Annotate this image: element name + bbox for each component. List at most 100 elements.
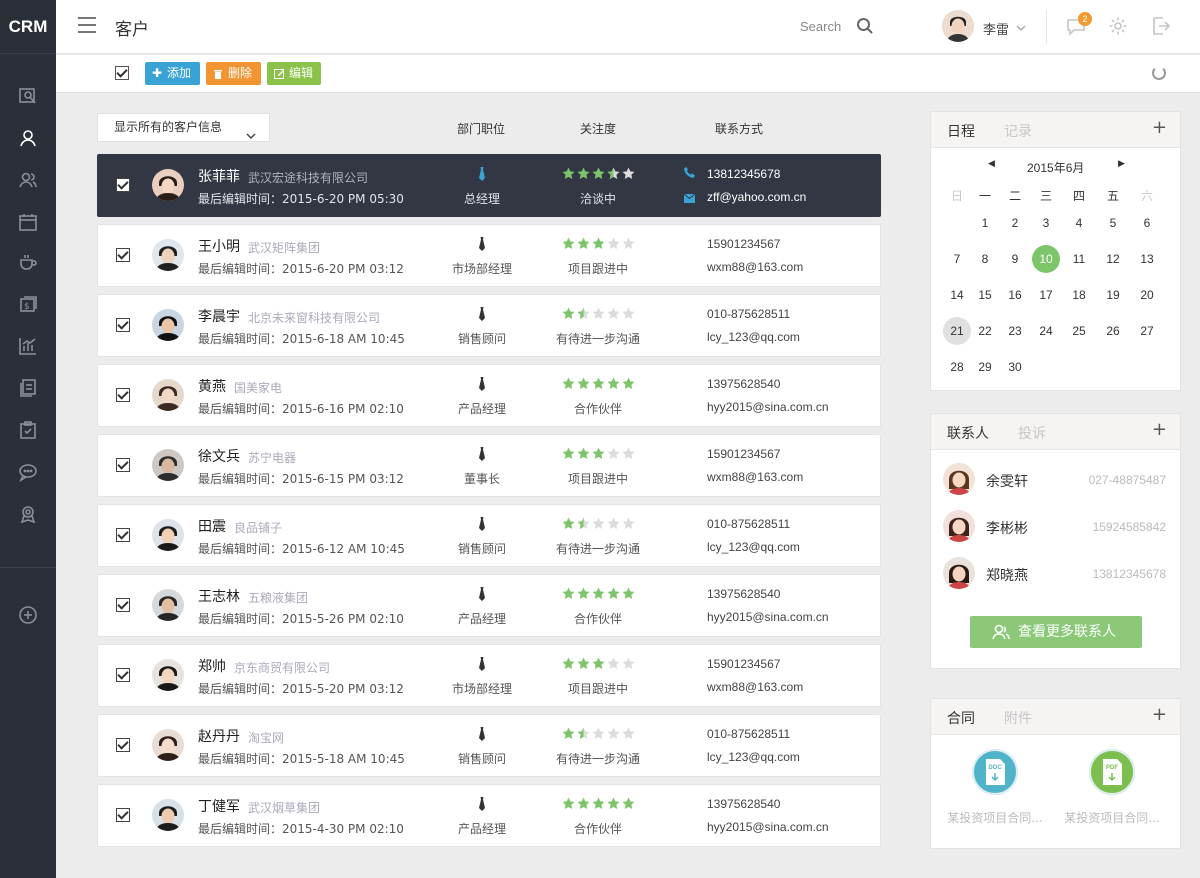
- contacts-icon[interactable]: [16, 168, 40, 192]
- chevron-down-icon[interactable]: [1016, 21, 1026, 35]
- edit-button[interactable]: 编辑: [267, 62, 321, 85]
- customer-filter-dropdown[interactable]: 显示所有的客户信息: [97, 113, 270, 142]
- customer-name[interactable]: 田震: [198, 516, 226, 536]
- calendar-prev-button[interactable]: ◀: [988, 159, 995, 169]
- row-checkbox[interactable]: [116, 808, 130, 822]
- calendar-day[interactable]: 26: [1099, 317, 1127, 345]
- customer-email[interactable]: hyy2015@sina.com.cn: [707, 400, 829, 414]
- customer-email[interactable]: zff@yahoo.com.cn: [707, 190, 806, 204]
- customer-name[interactable]: 丁健军: [198, 796, 240, 816]
- tab-attachments[interactable]: 附件: [1004, 708, 1032, 728]
- customer-row[interactable]: 田震 良品铺子 最后编辑时间：2015-6-12 AM 10:45 销售顾问 有待进一步…: [97, 504, 881, 567]
- customer-name[interactable]: 张菲菲: [198, 166, 240, 186]
- app-logo[interactable]: CRM: [0, 0, 56, 54]
- tab-contacts[interactable]: 联系人: [947, 423, 989, 443]
- customer-name[interactable]: 徐文兵: [198, 446, 240, 466]
- customer-phone[interactable]: 13975628540: [707, 587, 780, 601]
- customer-name[interactable]: 王小明: [198, 236, 240, 256]
- customer-row[interactable]: 王志林 五粮液集团 最后编辑时间：2015-5-26 PM 02:10 产品经理 合作伙…: [97, 574, 881, 637]
- row-checkbox[interactable]: [116, 738, 130, 752]
- row-checkbox[interactable]: [116, 458, 130, 472]
- tab-schedule[interactable]: 日程: [947, 121, 975, 141]
- calendar-day[interactable]: 12: [1099, 245, 1127, 273]
- calendar-day[interactable]: 24: [1032, 317, 1060, 345]
- row-checkbox[interactable]: [116, 528, 130, 542]
- customer-phone[interactable]: 010-875628511: [707, 307, 790, 321]
- customer-phone[interactable]: 15901234567: [707, 237, 780, 251]
- customer-phone[interactable]: 13975628540: [707, 797, 780, 811]
- calendar-day[interactable]: 4: [1065, 209, 1093, 237]
- calendar-day[interactable]: 17: [1032, 281, 1060, 309]
- contract-file-doc[interactable]: DOC 某投资项目合同...: [940, 749, 1050, 826]
- user-name[interactable]: 李雷: [983, 19, 1009, 38]
- calendar-day[interactable]: 18: [1065, 281, 1093, 309]
- user-avatar[interactable]: [942, 10, 974, 42]
- customer-row[interactable]: 赵丹丹 淘宝网 最后编辑时间：2015-5-18 AM 10:45 销售顾问 有待进一步…: [97, 714, 881, 777]
- customer-email[interactable]: hyy2015@sina.com.cn: [707, 610, 829, 624]
- row-checkbox[interactable]: [116, 598, 130, 612]
- customer-row[interactable]: 王小明 武汉矩阵集团 最后编辑时间：2015-6-20 PM 03:12 市场部经理 项…: [97, 224, 881, 287]
- customer-icon[interactable]: [16, 126, 40, 150]
- search-input[interactable]: Search: [800, 19, 841, 34]
- calendar-day[interactable]: 29: [971, 353, 999, 381]
- calendar-day[interactable]: 13: [1133, 245, 1161, 273]
- customer-phone[interactable]: 010-875628511: [707, 727, 790, 741]
- calendar-day[interactable]: 25: [1065, 317, 1093, 345]
- calendar-day[interactable]: 21: [943, 317, 971, 345]
- customer-email[interactable]: lcy_123@qq.com: [707, 540, 800, 554]
- calendar-day[interactable]: 9: [1001, 245, 1029, 273]
- customer-email[interactable]: wxm88@163.com: [707, 260, 803, 274]
- calendar-day[interactable]: 27: [1133, 317, 1161, 345]
- documents-icon[interactable]: [16, 376, 40, 400]
- refresh-icon[interactable]: [1152, 66, 1166, 80]
- menu-toggle-icon[interactable]: [78, 17, 96, 33]
- customer-phone[interactable]: 13975628540: [707, 377, 780, 391]
- tab-complaints[interactable]: 投诉: [1018, 423, 1046, 443]
- calendar-day[interactable]: 28: [943, 353, 971, 381]
- customer-row[interactable]: 丁健军 武汉烟草集团 最后编辑时间：2015-4-30 PM 02:10 产品经理 合作…: [97, 784, 881, 847]
- customer-row[interactable]: 张菲菲 武汉宏途科技有限公司 最后编辑时间：2015-6-20 PM 05:30 总经…: [97, 154, 881, 217]
- customer-row[interactable]: 郑帅 京东商贸有限公司 最后编辑时间：2015-5-20 PM 03:12 市场部经理…: [97, 644, 881, 707]
- contract-file-pdf[interactable]: PDF 某投资项目合同...: [1057, 749, 1167, 826]
- customer-name[interactable]: 赵丹丹: [198, 726, 240, 746]
- row-checkbox[interactable]: [116, 388, 130, 402]
- calendar-day[interactable]: 22: [971, 317, 999, 345]
- calendar-day[interactable]: 30: [1001, 353, 1029, 381]
- contact-item[interactable]: 余雯轩 027-48875487: [931, 459, 1182, 499]
- add-schedule-button[interactable]: +: [1152, 117, 1167, 138]
- contact-item[interactable]: 李彬彬 15924585842: [931, 506, 1182, 546]
- calendar-day[interactable]: 2: [1001, 209, 1029, 237]
- tab-contracts[interactable]: 合同: [947, 708, 975, 728]
- add-contract-button[interactable]: +: [1152, 704, 1167, 725]
- add-button[interactable]: ✚ 添加: [145, 62, 200, 85]
- row-checkbox[interactable]: [116, 178, 130, 192]
- delete-button[interactable]: 删除: [206, 62, 261, 85]
- coffee-icon[interactable]: [16, 250, 40, 274]
- calendar-day[interactable]: 6: [1133, 209, 1161, 237]
- add-circle-icon[interactable]: [16, 603, 40, 627]
- calendar-day[interactable]: 15: [971, 281, 999, 309]
- customer-phone[interactable]: 13812345678: [707, 167, 780, 181]
- customer-email[interactable]: lcy_123@qq.com: [707, 750, 800, 764]
- customer-name[interactable]: 李晨宇: [198, 306, 240, 326]
- calendar-day[interactable]: 3: [1032, 209, 1060, 237]
- search-icon[interactable]: [856, 17, 874, 38]
- calendar-day[interactable]: 1: [971, 209, 999, 237]
- logout-icon[interactable]: [1151, 16, 1171, 39]
- row-checkbox[interactable]: [116, 318, 130, 332]
- customer-row[interactable]: 李晨宇 北京未来窗科技有限公司 最后编辑时间：2015-6-18 AM 10:45 销…: [97, 294, 881, 357]
- customer-row[interactable]: 徐文兵 苏宁电器 最后编辑时间：2015-6-15 PM 03:12 董事长 项目跟进中…: [97, 434, 881, 497]
- row-checkbox[interactable]: [116, 248, 130, 262]
- customer-email[interactable]: wxm88@163.com: [707, 470, 803, 484]
- customer-email[interactable]: wxm88@163.com: [707, 680, 803, 694]
- chart-icon[interactable]: [16, 334, 40, 358]
- calendar-day[interactable]: 16: [1001, 281, 1029, 309]
- clipboard-icon[interactable]: [16, 418, 40, 442]
- calendar-day[interactable]: 8: [971, 245, 999, 273]
- settings-icon[interactable]: [1108, 16, 1128, 39]
- calendar-day[interactable]: 23: [1001, 317, 1029, 345]
- calendar-day[interactable]: 20: [1133, 281, 1161, 309]
- calendar-day[interactable]: 11: [1065, 245, 1093, 273]
- customer-phone[interactable]: 15901234567: [707, 657, 780, 671]
- dashboard-icon[interactable]: [16, 84, 40, 108]
